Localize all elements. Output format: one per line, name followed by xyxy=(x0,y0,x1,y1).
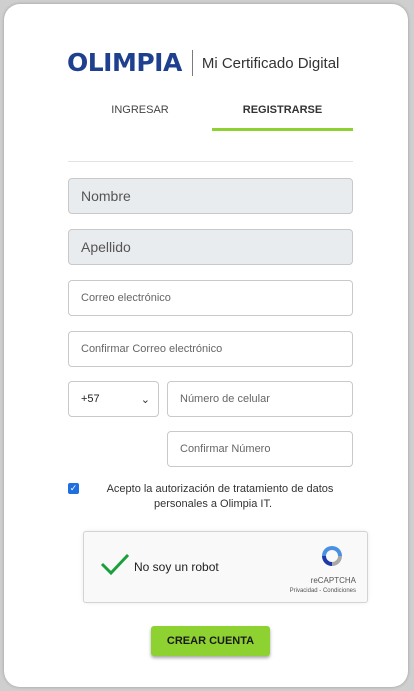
nombre-field[interactable]: Nombre xyxy=(68,178,353,214)
confirm-email-field[interactable]: Confirmar Correo electrónico xyxy=(68,331,353,367)
create-account-button[interactable]: CREAR CUENTA xyxy=(151,626,270,656)
brand-divider xyxy=(191,50,193,76)
recaptcha-logo-icon xyxy=(322,546,342,566)
chevron-down-icon: ⌄ xyxy=(140,393,150,406)
recaptcha-widget[interactable]: No soy un robot reCAPTCHA Privacidad - C… xyxy=(83,531,368,603)
confirm-phone-field[interactable]: Confirmar Número xyxy=(167,431,353,467)
apellido-field[interactable]: Apellido xyxy=(68,229,353,265)
not-robot-label: No soy un robot xyxy=(134,560,219,574)
country-code-value: +57 xyxy=(81,393,100,405)
olimpia-logo: OLIMPIA xyxy=(67,48,182,77)
product-title: Mi Certificado Digital xyxy=(201,54,340,72)
phone-field[interactable]: Número de celular xyxy=(167,381,353,417)
consent-label: Acepto la autorización de tratamiento de… xyxy=(68,482,358,512)
email-field[interactable]: Correo electrónico xyxy=(68,280,353,316)
active-tab-indicator xyxy=(212,128,353,131)
tab-registrarse[interactable]: REGISTRARSE xyxy=(212,104,353,116)
register-card: OLIMPIA Mi Certificado Digital INGRESAR … xyxy=(4,4,408,687)
brand-header: OLIMPIA Mi Certificado Digital xyxy=(67,48,339,78)
section-divider xyxy=(68,161,353,162)
recaptcha-links[interactable]: Privacidad - Condiciones xyxy=(290,588,356,594)
recaptcha-brand: reCAPTCHA xyxy=(310,576,356,585)
checkmark-icon xyxy=(100,553,130,576)
country-code-select[interactable]: +57 ⌄ xyxy=(68,381,159,417)
consent-text: Acepto la autorización de tratamiento de… xyxy=(106,483,334,510)
tab-ingresar[interactable]: INGRESAR xyxy=(68,104,212,116)
